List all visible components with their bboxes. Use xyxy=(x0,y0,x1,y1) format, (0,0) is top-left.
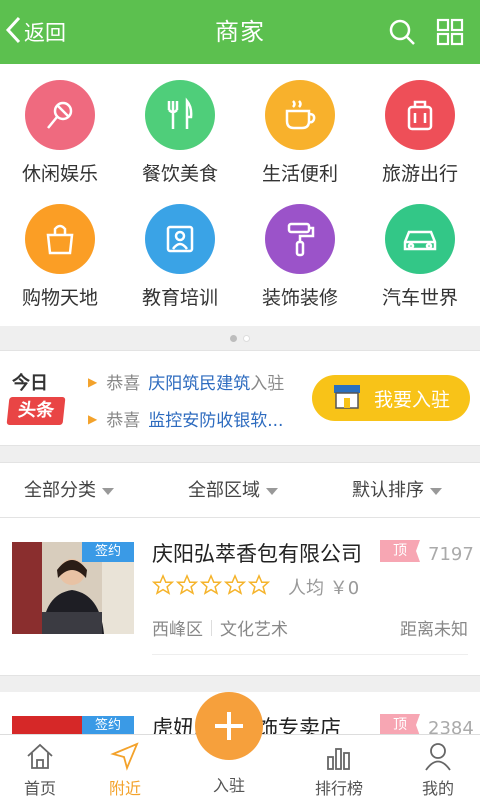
region-filter-dropdown[interactable]: 全部区域 xyxy=(188,463,278,519)
bar-chart-icon xyxy=(327,748,350,770)
car-icon xyxy=(385,204,455,274)
headline-section: 今日 头条 ▶ 恭喜 庆阳筑民建筑 入驻 ▶ 恭喜 监控安防收银软... 我要入… xyxy=(0,350,480,446)
category-label: 汽车世界 xyxy=(381,287,458,309)
category-label: 生活便利 xyxy=(261,163,338,185)
news-item[interactable]: ▶ 恭喜 庆阳筑民建筑 入驻 xyxy=(88,369,284,394)
merchant-thumbnail: 签约 xyxy=(12,542,134,634)
nav-home[interactable]: 首页 xyxy=(0,735,80,800)
news-company: 监控安防收银软... xyxy=(148,411,284,431)
merchant-meta: 西峰区 文化艺术 xyxy=(152,615,288,640)
signed-badge: 签约 xyxy=(82,542,134,562)
filter-bar: 全部分类 全部区域 默认排序 xyxy=(0,462,480,518)
dropdown-triangle-icon xyxy=(430,487,442,495)
nav-home-label: 首页 xyxy=(23,779,56,798)
news-item[interactable]: ▶ 恭喜 监控安防收银软... xyxy=(88,406,283,431)
arrow-right-icon: ▶ xyxy=(88,411,98,426)
headline-tag: 头条 xyxy=(6,397,66,425)
chevron-left-icon xyxy=(4,15,22,49)
distance-label: 距离未知 xyxy=(400,620,468,640)
location-arrow-icon xyxy=(110,742,139,771)
category-label: 购物天地 xyxy=(21,287,98,309)
merchant-name: 庆阳弘萃香包有限公司 xyxy=(152,542,362,566)
plus-icon xyxy=(215,712,243,740)
category-label: 餐饮美食 xyxy=(141,163,218,185)
category-filter-label: 全部分类 xyxy=(24,480,96,501)
region-filter-label: 全部区域 xyxy=(188,480,260,501)
back-label: 返回 xyxy=(24,21,66,45)
category-decoration[interactable]: 装饰装修 xyxy=(240,188,360,309)
category-shopping[interactable]: 购物天地 xyxy=(0,188,120,309)
nav-ranking[interactable]: 排行榜 xyxy=(299,735,379,800)
rating-stars xyxy=(152,574,270,596)
search-icon[interactable] xyxy=(384,14,420,50)
merchant-category: 文化艺术 xyxy=(220,620,288,640)
top-badge: 顶 xyxy=(380,714,420,736)
suitcase-icon xyxy=(385,80,455,150)
today-headline-logo: 今日 头条 xyxy=(6,369,66,427)
fork-knife-icon xyxy=(145,80,215,150)
category-leisure[interactable]: 休闲娱乐 xyxy=(0,64,120,185)
star-icon xyxy=(224,574,246,595)
home-icon xyxy=(27,743,53,769)
signed-badge: 签约 xyxy=(82,716,134,736)
category-food[interactable]: 餐饮美食 xyxy=(120,64,240,185)
today-label: 今日 xyxy=(12,373,48,394)
sort-label: 默认排序 xyxy=(352,480,424,501)
app-root: 返回 商家 休闲娱乐 餐饮美食 生活便利 旅游出行 购物天地 教育培训 装饰装修… xyxy=(0,0,480,800)
category-grid: 休闲娱乐 餐饮美食 生活便利 旅游出行 购物天地 教育培训 装饰装修 汽车世界 xyxy=(0,64,480,326)
star-icon xyxy=(200,574,222,595)
news-suffix: 入驻 xyxy=(250,374,285,394)
apply-join-button[interactable]: 我要入驻 xyxy=(312,375,470,421)
category-car[interactable]: 汽车世界 xyxy=(360,188,480,309)
dropdown-triangle-icon xyxy=(102,487,114,495)
back-button[interactable]: 返回 xyxy=(0,0,90,64)
district-label: 西峰区 xyxy=(152,620,203,640)
paint-roller-icon xyxy=(265,204,335,274)
nav-join-label: 入驻 xyxy=(212,776,245,795)
nav-nearby-label: 附近 xyxy=(108,779,141,798)
microphone-icon xyxy=(25,80,95,150)
top-badge: 顶 xyxy=(380,540,420,562)
shopping-bag-icon xyxy=(25,204,95,274)
star-icon xyxy=(248,574,270,595)
nav-ranking-label: 排行榜 xyxy=(314,779,363,798)
merchant-card[interactable]: 签约 庆阳弘萃香包有限公司 顶 7197 人均 ￥0 西峰区 文化艺术 距离未知 xyxy=(0,518,480,676)
category-label: 装饰装修 xyxy=(261,287,338,309)
category-label: 教育培训 xyxy=(141,287,218,309)
star-icon xyxy=(152,574,174,595)
user-icon xyxy=(425,743,451,771)
category-label: 旅游出行 xyxy=(381,163,458,185)
category-travel[interactable]: 旅游出行 xyxy=(360,64,480,185)
divider xyxy=(211,619,212,636)
join-fab-button[interactable] xyxy=(195,692,263,760)
news-company: 庆阳筑民建筑 xyxy=(148,374,251,394)
arrow-right-icon: ▶ xyxy=(88,374,98,389)
education-icon xyxy=(145,204,215,274)
nav-mine[interactable]: 我的 xyxy=(398,735,478,800)
divider xyxy=(152,654,468,655)
nav-mine-label: 我的 xyxy=(421,779,454,798)
news-prefix: 恭喜 xyxy=(106,411,141,431)
header-bar: 返回 商家 xyxy=(0,0,480,64)
category-education[interactable]: 教育培训 xyxy=(120,188,240,309)
coffee-cup-icon xyxy=(265,80,335,150)
star-icon xyxy=(176,574,198,595)
page-title: 商家 xyxy=(215,18,265,46)
average-price: 人均 ￥0 xyxy=(288,578,360,599)
apply-join-label: 我要入驻 xyxy=(374,388,451,411)
news-prefix: 恭喜 xyxy=(106,374,141,394)
nav-nearby[interactable]: 附近 xyxy=(85,735,165,800)
sort-dropdown[interactable]: 默认排序 xyxy=(352,463,442,519)
dropdown-triangle-icon xyxy=(266,487,278,495)
grid-menu-icon[interactable] xyxy=(432,14,468,50)
category-living[interactable]: 生活便利 xyxy=(240,64,360,185)
page-dot-active[interactable] xyxy=(243,334,250,342)
category-label: 休闲娱乐 xyxy=(21,163,98,185)
page-indicator xyxy=(0,326,480,350)
category-filter-dropdown[interactable]: 全部分类 xyxy=(24,463,114,519)
page-dot[interactable] xyxy=(230,334,237,342)
view-count: 7197 xyxy=(428,544,474,565)
storefront-icon xyxy=(332,382,362,415)
